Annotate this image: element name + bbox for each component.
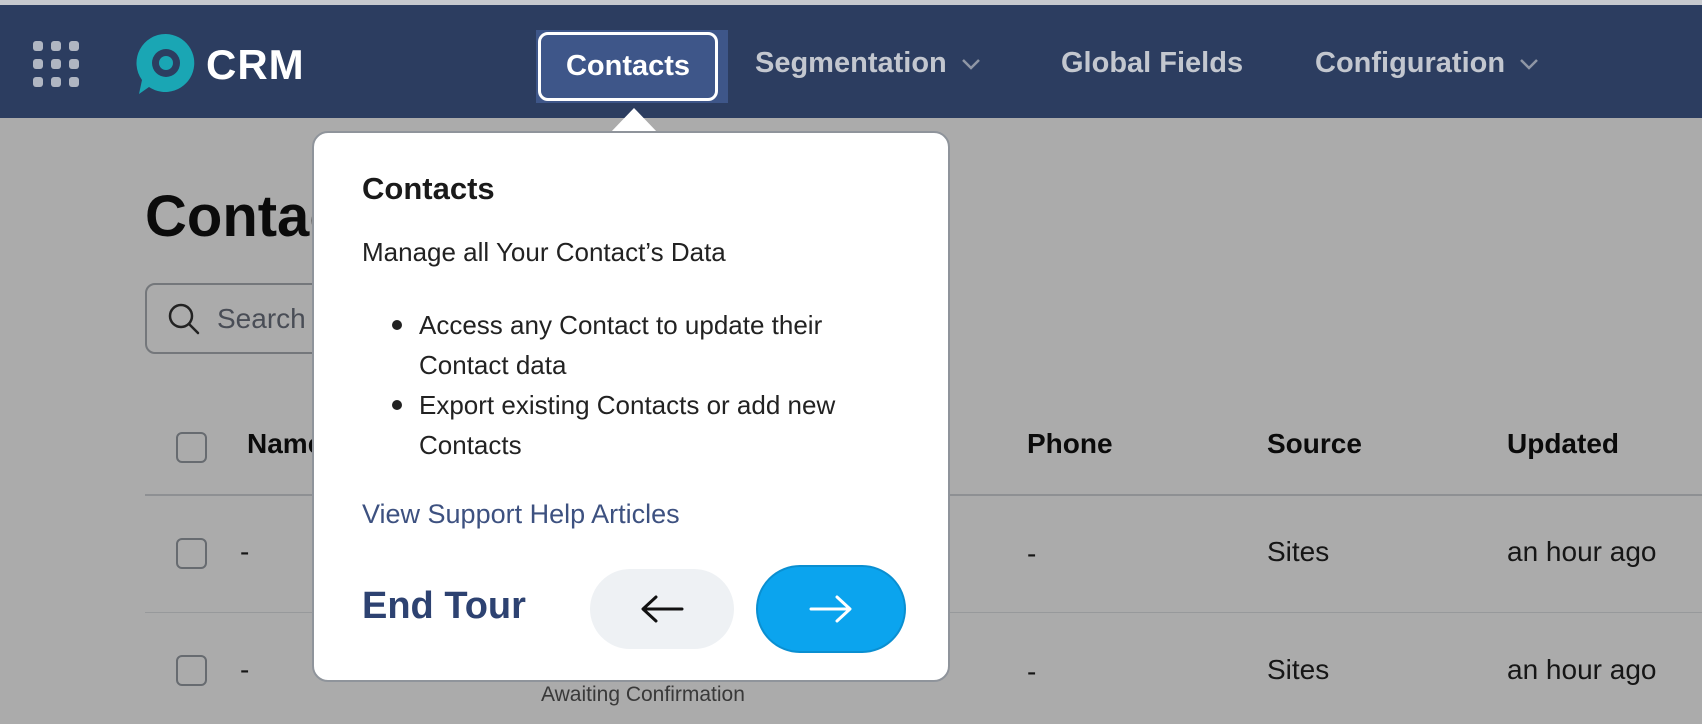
help-articles-link[interactable]: View Support Help Articles	[362, 499, 680, 530]
chevron-down-icon	[1520, 58, 1538, 70]
top-nav-bar: CRM Contacts Segmentation Global Fields …	[0, 0, 1702, 118]
nav-tab-segmentation[interactable]: Segmentation	[755, 47, 981, 80]
arrow-right-icon	[809, 595, 852, 623]
popover-pointer	[610, 108, 658, 133]
list-item: Export existing Contacts or add new Cont…	[392, 385, 892, 465]
brand-name: CRM	[206, 41, 305, 88]
previous-step-button[interactable]	[590, 569, 734, 649]
nav-tab-contacts[interactable]: Contacts	[538, 32, 718, 101]
nav-tab-global-fields-label: Global Fields	[1061, 47, 1244, 79]
arrow-left-icon	[641, 595, 684, 623]
end-tour-button[interactable]: End Tour	[362, 585, 526, 628]
tour-bullet-text: Access any Contact to update their Conta…	[419, 310, 823, 380]
apps-grid-icon[interactable]	[33, 41, 79, 87]
nav-tab-configuration[interactable]: Configuration	[1315, 47, 1539, 80]
crm-logo-icon	[136, 33, 195, 94]
tour-bullet-list: Access any Contact to update their Conta…	[392, 305, 892, 465]
nav-tab-configuration-label: Configuration	[1315, 47, 1506, 79]
tour-subtitle: Manage all Your Contact’s Data	[362, 237, 726, 267]
tour-popover: Contacts Manage all Your Contact’s Data …	[312, 131, 950, 682]
bullet-icon	[392, 400, 402, 410]
next-step-button[interactable]	[756, 565, 906, 653]
nav-tab-segmentation-label: Segmentation	[755, 47, 947, 79]
list-item: Access any Contact to update their Conta…	[392, 305, 892, 385]
chevron-down-icon	[961, 58, 980, 70]
tour-title: Contacts	[362, 171, 495, 206]
tour-bullet-text: Export existing Contacts or add new Cont…	[419, 390, 836, 460]
bullet-icon	[392, 320, 402, 330]
nav-tab-global-fields[interactable]: Global Fields	[1061, 47, 1243, 80]
